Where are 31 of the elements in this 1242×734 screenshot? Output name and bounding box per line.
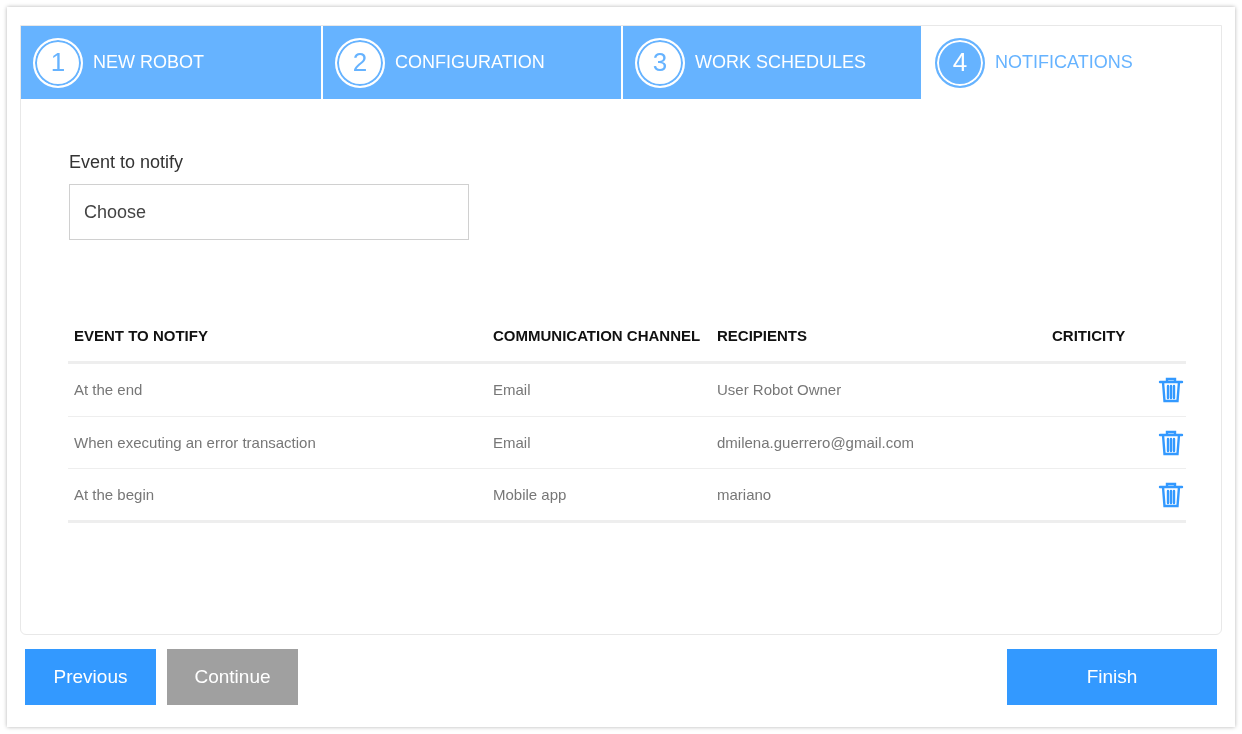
trash-icon[interactable] — [1158, 376, 1184, 404]
table-cell: Email — [493, 381, 531, 398]
trash-icon[interactable] — [1158, 428, 1184, 457]
step-number: 2 — [335, 37, 385, 88]
table-cell: Email — [493, 433, 531, 451]
step-label: NOTIFICATIONS — [995, 51, 1133, 74]
step-number: 4 — [935, 37, 985, 88]
step-tab[interactable]: 2 CONFIGURATION — [321, 26, 621, 99]
step-label: NEW ROBOT — [93, 51, 204, 74]
table-cell: mariano — [717, 485, 772, 503]
table-cell: At the begin — [74, 485, 155, 503]
table-cell: dmilena.guerrero@gmail.com — [717, 433, 914, 451]
action-button[interactable]: Finish — [1007, 649, 1217, 705]
column-header: CRITICITY — [1052, 326, 1126, 344]
table-cell: User Robot Owner — [717, 381, 842, 398]
column-header: COMMUNICATION CHANNEL — [493, 326, 701, 344]
column-header: RECIPIENTS — [717, 326, 807, 344]
table-cell: Mobile app — [493, 485, 567, 503]
trash-icon[interactable] — [1158, 480, 1184, 509]
step-tab[interactable]: 1 NEW ROBOT — [21, 26, 321, 99]
column-header: EVENT TO NOTIFY — [74, 326, 208, 344]
step-number: 3 — [635, 37, 685, 88]
action-button[interactable]: Previous — [25, 649, 156, 705]
step-tab[interactable]: 3 WORK SCHEDULES — [621, 26, 921, 99]
step-label: WORK SCHEDULES — [695, 51, 866, 74]
step-label: CONFIGURATION — [395, 51, 545, 74]
table-cell: At the end — [74, 381, 143, 398]
step-number: 1 — [33, 37, 83, 88]
event-select[interactable]: Choose — [69, 184, 469, 240]
field-label: Event to notify — [69, 151, 185, 174]
table-cell: When executing an error transaction — [74, 433, 316, 451]
